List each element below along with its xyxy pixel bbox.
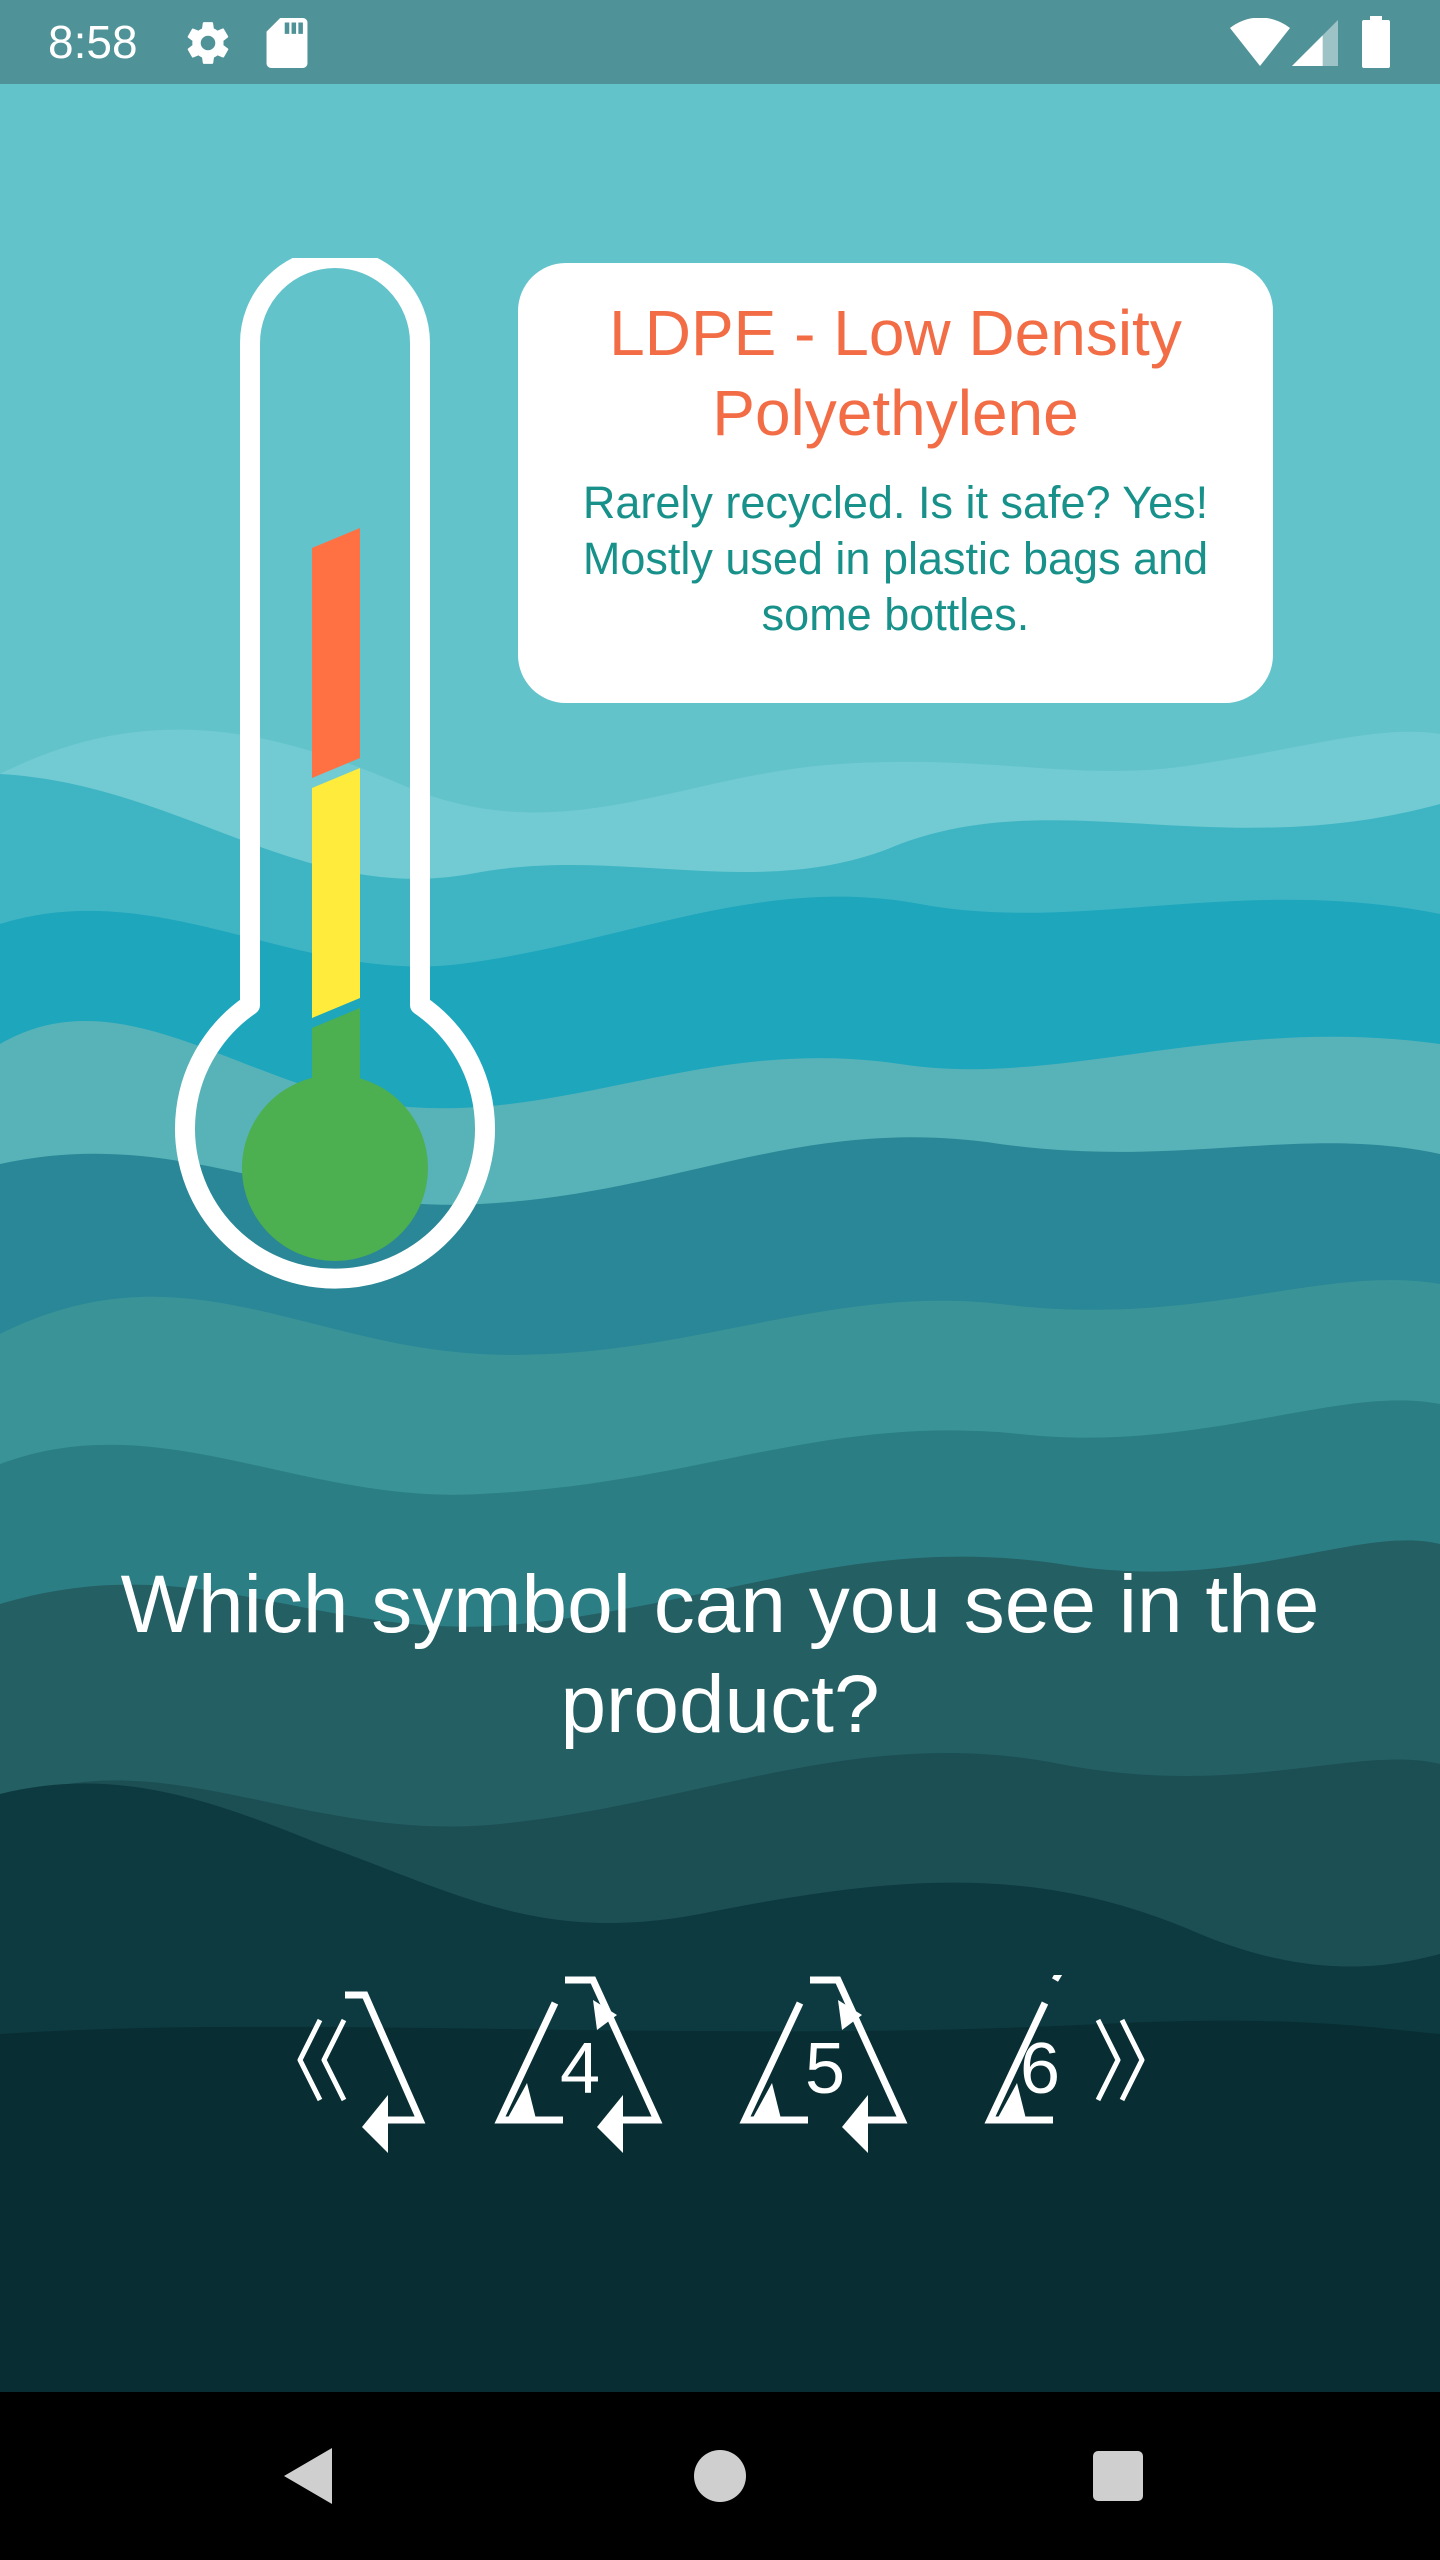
recycle-symbol-number: 5 — [804, 2029, 846, 2109]
thermometer-gauge — [175, 258, 495, 1289]
back-icon[interactable] — [268, 2436, 348, 2521]
recycle-symbol-5[interactable]: 5 — [730, 1975, 920, 2175]
recycle-symbol-number: 4 — [559, 2029, 601, 2109]
status-bar: 8:58 — [0, 0, 1440, 84]
navigation-bar — [0, 2392, 1440, 2560]
info-card: LDPE - Low Density Polyethylene Rarely r… — [518, 263, 1273, 703]
recycle-symbol-4[interactable]: 4 — [485, 1975, 675, 2175]
chevron-double-right-icon[interactable] — [1090, 2015, 1150, 2110]
recycle-symbol-3[interactable] — [340, 1975, 440, 2175]
signal-icon — [1292, 20, 1338, 71]
home-icon[interactable] — [680, 2436, 760, 2521]
recycle-symbol-6[interactable]: 6 — [975, 1975, 1065, 2175]
gear-icon — [183, 18, 233, 73]
app-screen: 8:58 LDPE - Low Density Polyethylene Rar… — [0, 0, 1440, 2560]
sd-card-icon — [265, 18, 309, 73]
plastic-type-title: LDPE - Low Density Polyethylene — [609, 297, 1182, 449]
wifi-icon — [1230, 17, 1290, 71]
question-text: Which symbol can you see in the product? — [120, 1559, 1320, 1750]
battery-icon — [1362, 16, 1390, 73]
symbol-carousel[interactable]: 4 5 6 — [280, 1975, 1180, 2175]
thermometer-level-orange — [312, 528, 360, 778]
status-time: 8:58 — [48, 16, 138, 68]
recents-icon[interactable] — [1078, 2436, 1158, 2521]
thermometer-bulb — [242, 1075, 428, 1261]
thermometer-level-yellow — [312, 768, 360, 1018]
plastic-type-description: Rarely recycled. Is it safe? Yes! Mostly… — [582, 477, 1209, 640]
recycle-symbol-number: 6 — [1019, 2029, 1061, 2109]
